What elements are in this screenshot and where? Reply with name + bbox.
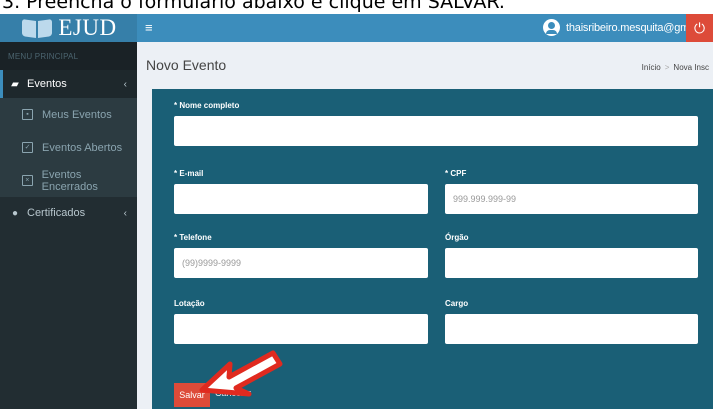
instruction-caption: 3. Preencha o formulário abaixo e clique… — [0, 0, 713, 14]
breadcrumb-current: Nova Insc — [673, 63, 709, 72]
sidebar-item-label: Eventos — [27, 78, 67, 90]
logout-button[interactable]: ⏻ — [686, 14, 713, 42]
chevron-left-icon: ‹ — [123, 78, 127, 90]
sidebar-item-eventos[interactable]: ▰ Eventos ‹ — [0, 70, 137, 98]
top-navbar: EJUD ≡ thaisribeiro.mesquita@gmail.com ⏻ — [0, 14, 713, 42]
sidebar: MENU PRINCIPAL ▰ Eventos ‹ ▪ Meus Evento… — [0, 42, 137, 409]
book-icon: ▰ — [11, 78, 19, 90]
power-icon: ⏻ — [693, 19, 706, 36]
user-square-icon: ▪ — [22, 109, 33, 120]
cpf-input[interactable] — [445, 184, 698, 214]
breadcrumb-separator: > — [664, 63, 670, 72]
orgao-input[interactable] — [445, 248, 698, 278]
calendar-x-icon: × — [22, 175, 33, 186]
sidebar-item-eventos-encerrados[interactable]: × Eventos Encerrados — [0, 164, 137, 197]
logo-text: EJUD — [58, 15, 117, 40]
menu-toggle-icon[interactable]: ≡ — [145, 20, 153, 35]
sidebar-section-title: MENU PRINCIPAL — [0, 42, 137, 70]
sidebar-item-label: Eventos Abertos — [42, 141, 123, 154]
telefone-label: * Telefone — [174, 233, 212, 242]
user-avatar-icon — [543, 19, 560, 36]
breadcrumb-home[interactable]: Início — [642, 63, 661, 72]
logo[interactable]: EJUD — [0, 14, 137, 42]
cargo-input[interactable] — [445, 314, 698, 344]
sidebar-item-label: Eventos Encerrados — [41, 168, 98, 193]
cargo-label: Cargo — [445, 299, 469, 308]
page-title: Novo Evento — [146, 57, 227, 73]
book-logo-icon — [20, 17, 54, 39]
lotacao-label: Lotação — [174, 299, 205, 308]
email-label: * E-mail — [174, 169, 204, 178]
sidebar-item-label: Certificados — [27, 207, 86, 219]
instruction-text: 3. Preencha o formulário abaixo e clique… — [2, 0, 505, 13]
email-input[interactable] — [174, 184, 428, 214]
breadcrumb: Início > Nova Insc — [642, 63, 709, 72]
chevron-left-icon: ‹ — [123, 207, 127, 219]
cpf-label: * CPF — [445, 169, 467, 178]
sidebar-item-certificados[interactable]: ● Certificados ‹ — [0, 197, 137, 229]
nome-input[interactable] — [174, 116, 698, 146]
annotation-arrow-icon — [199, 350, 283, 397]
certificate-icon: ● — [11, 207, 19, 219]
nome-label: * Nome completo — [174, 101, 240, 110]
sidebar-item-eventos-abertos[interactable]: ✓ Eventos Abertos — [0, 131, 137, 164]
sidebar-item-label: Meus Eventos — [42, 108, 112, 121]
calendar-check-icon: ✓ — [22, 142, 33, 153]
sidebar-item-meus-eventos[interactable]: ▪ Meus Eventos — [0, 98, 137, 131]
orgao-label: Órgão — [445, 233, 469, 242]
telefone-input[interactable] — [174, 248, 428, 278]
